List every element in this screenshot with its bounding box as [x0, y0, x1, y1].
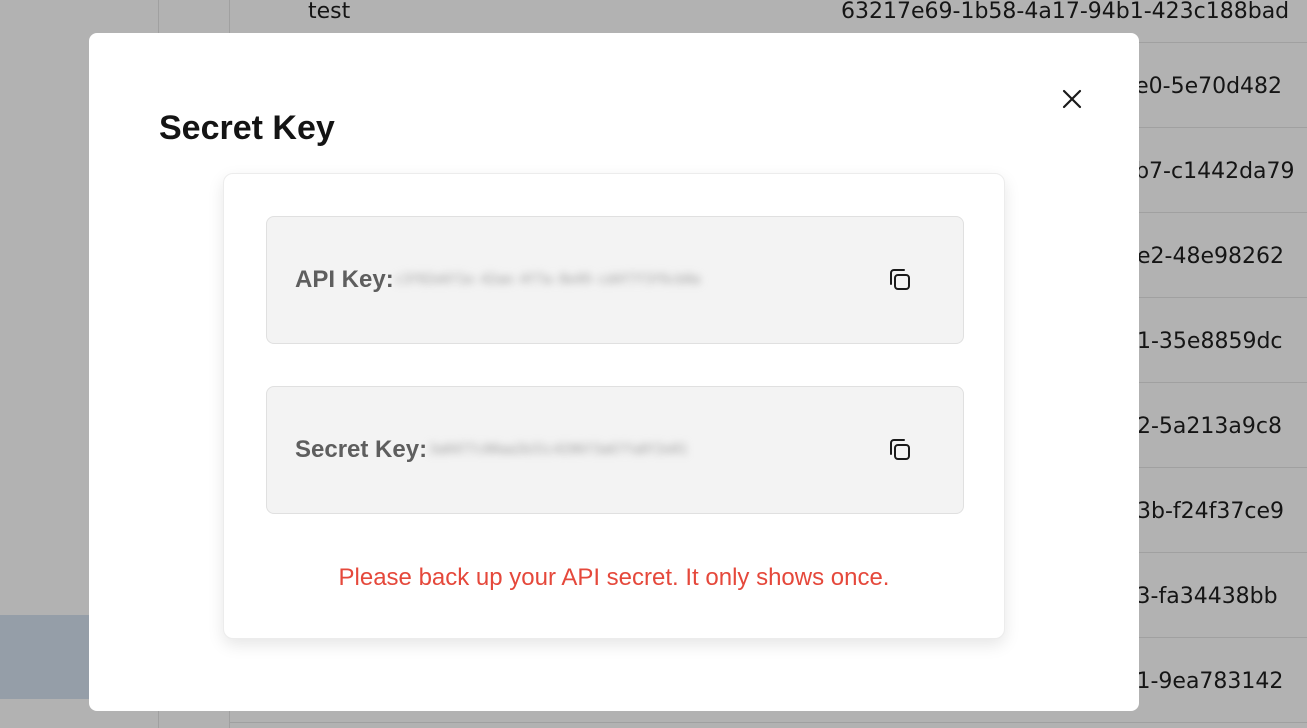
copy-api-key-button[interactable] [883, 263, 917, 297]
keys-card: API Key: c3f02e6f1e-42ae-4f7a-8e49-cd4f7… [223, 173, 1005, 639]
copy-icon [890, 269, 910, 290]
api-key-value: c3f02e6f1e-42ae-4f7a-8e49-cd4f7f3f6cb0a [395, 272, 701, 288]
copy-icon [890, 439, 910, 460]
close-icon [1062, 89, 1082, 109]
secret-key-value: 3a0477c00aa2b31c4206f3a67fa8f2e01 [429, 442, 688, 458]
copy-secret-key-button[interactable] [883, 433, 917, 467]
secret-key-label: Secret Key: [295, 436, 428, 463]
secret-key-modal: Secret Key API Key: c3f02e6f1e-42ae-4f7a… [89, 33, 1139, 711]
backup-warning: Please back up your API secret. It only … [338, 564, 890, 591]
api-key-box: API Key: c3f02e6f1e-42ae-4f7a-8e49-cd4f7… [266, 216, 964, 344]
close-button[interactable] [1057, 84, 1087, 114]
api-key-label: API Key: [295, 266, 394, 293]
modal-title: Secret Key [159, 109, 335, 147]
secret-key-box: Secret Key: 3a0477c00aa2b31c4206f3a67fa8… [266, 386, 964, 514]
